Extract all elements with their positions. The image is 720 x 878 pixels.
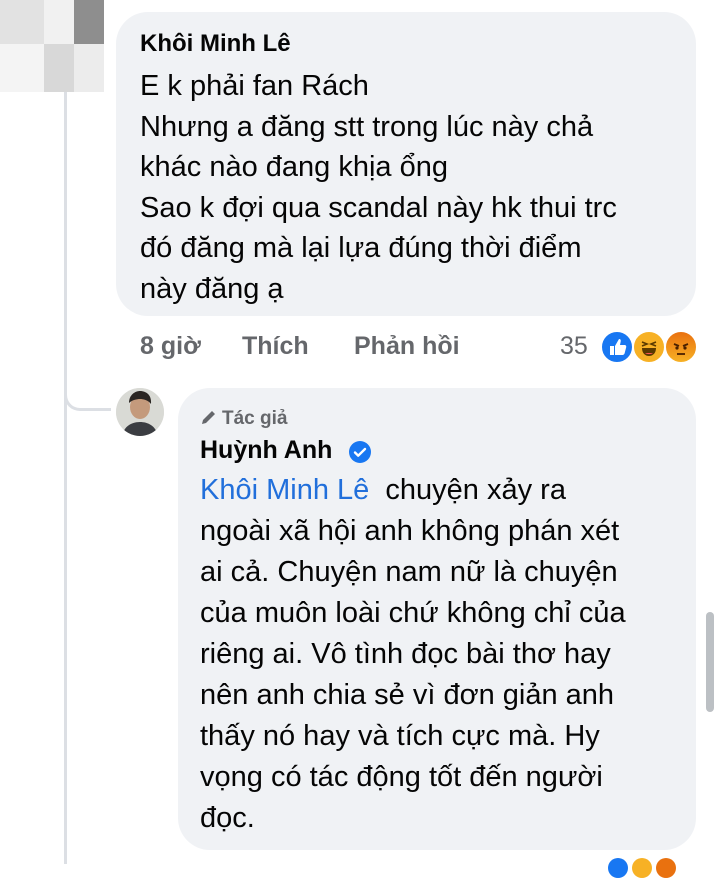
pencil-icon [202,411,215,424]
reply-line: Khôi Minh Lê chuyện xảy ra [200,474,566,506]
reply-button[interactable]: Phản hồi [354,332,460,361]
reply-line: của muôn loài chứ không chỉ của [200,597,626,629]
thread-line [64,92,67,864]
reply-line: riêng ai. Vô tình đọc bài thơ hay [200,638,611,670]
comment-timestamp[interactable]: 8 giờ [140,332,201,361]
reply-line: đọc. [200,802,255,834]
comment-text: E k phải fan Rách Nhưng a đăng stt trong… [140,66,680,309]
reply-line: thấy nó hay và tích cực mà. Hy [200,720,600,752]
reply-text: Khôi Minh Lê chuyện xảy ra ngoài xã hội … [200,470,680,839]
haha-icon [632,330,666,364]
mention-link[interactable]: Khôi Minh Lê [200,474,369,506]
comment-line: Nhưng a đăng stt trong lúc này chả [140,110,594,143]
commenter-avatar-blurred[interactable] [0,0,104,92]
comment-line: E k phải fan Rách [140,70,369,102]
reply-author[interactable]: Huỳnh Anh [200,436,332,465]
angry-icon [664,330,698,364]
comment-line: đó đăng mà lại lựa đúng thời điểm [140,232,582,264]
reply-line: ngoài xã hội anh không phán xét [200,515,620,547]
reaction-count: 35 [560,332,588,360]
scrollbar[interactable] [706,612,714,712]
reply-bubble: Tác giả Huỳnh Anh Khôi Minh Lê chuyện xả… [178,388,696,850]
haha-icon [632,858,652,878]
like-button[interactable]: Thích [242,332,309,361]
reply-connector [64,352,111,411]
like-icon [600,330,634,364]
author-badge: Tác giả [200,408,287,430]
comment-bubble: Khôi Minh Lê E k phải fan Rách Nhưng a đ… [116,12,696,316]
verified-badge-icon [349,441,371,463]
author-badge-label: Tác giả [222,408,288,429]
reply-line: ai cả. Chuyện nam nữ là chuyện [200,556,618,588]
comment-author[interactable]: Khôi Minh Lê [140,30,291,58]
angry-icon [656,858,676,878]
reply-line: vọng có tác động tốt đến người [200,761,603,793]
comment-line: khác nào đang khịa ổng [140,151,448,183]
comment-line: này đăng ạ [140,272,284,305]
reply-line: nên anh chia sẻ vì đơn giản anh [200,679,615,711]
author-avatar[interactable] [116,388,164,436]
like-icon [608,858,628,878]
comment-line: Sao k đợi qua scandal này hk thui trc [140,191,617,224]
